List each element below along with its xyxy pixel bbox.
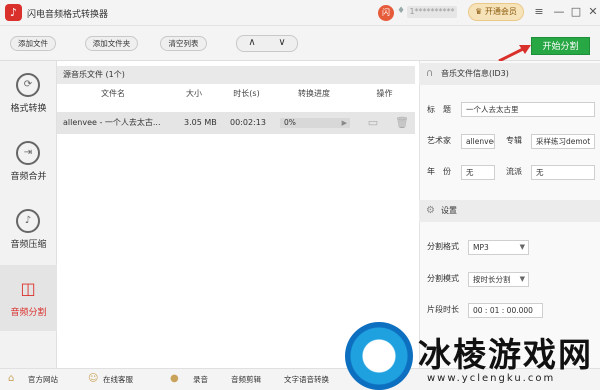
file-name: allenvee - 一个人去太古... — [63, 118, 161, 127]
close-button[interactable]: ✕ — [585, 4, 600, 20]
watermark-text: 冰棱游戏网 — [418, 335, 593, 374]
red-arrow-icon — [498, 45, 531, 63]
add-file-button[interactable]: 添加文件 — [10, 36, 56, 51]
progress-text: 0% — [284, 118, 296, 127]
id3-header-label: 音乐文件信息(ID3) — [441, 69, 509, 78]
cut-link[interactable]: 音频剪辑 — [231, 375, 261, 385]
chevron-down-icon: ▼ — [519, 243, 525, 251]
vip-button[interactable]: ♛ 开通会员 — [468, 3, 524, 21]
album-label: 专辑 — [506, 136, 522, 145]
mode-label: 分割模式 — [427, 274, 459, 283]
sidebar-item-compress[interactable]: ♪ 音频压缩 — [0, 197, 57, 263]
watermark-logo — [345, 322, 413, 390]
genre-label: 流派 — [506, 167, 522, 176]
sidebar-item-convert[interactable]: ⟳ 格式转换 — [0, 61, 57, 127]
clear-list-button[interactable]: 清空列表 — [160, 36, 207, 51]
sidebar-item-label: 音频压缩 — [10, 240, 47, 250]
column-header-duration: 时长(s) — [233, 89, 260, 98]
split-icon: ◫ — [20, 279, 36, 298]
column-header-progress: 转换进度 — [298, 89, 330, 98]
mic-icon: ● — [170, 373, 179, 384]
mode-value: 按时长分割 — [473, 275, 511, 284]
year-field[interactable]: 无 — [461, 165, 495, 180]
sidebar-item-label: 音频分割 — [10, 308, 47, 318]
column-header-name: 文件名 — [101, 89, 125, 98]
move-buttons: ∧ ∨ — [236, 35, 298, 52]
file-duration: 00:02:13 — [230, 118, 266, 127]
id3-header: ∩ 音乐文件信息(ID3) — [419, 63, 600, 85]
play-icon[interactable]: ▶ — [342, 118, 347, 128]
settings-header-label: 设置 — [441, 206, 457, 215]
maximize-button[interactable]: □ — [568, 4, 584, 20]
file-size: 3.05 MB — [184, 118, 217, 127]
move-down-button[interactable]: ∨ — [267, 37, 297, 48]
tts-link[interactable]: 文字语音转换 — [284, 375, 329, 385]
record-link[interactable]: 录音 — [193, 375, 208, 385]
merge-icon: ⇥ — [16, 141, 40, 165]
column-header-size: 大小 — [186, 89, 202, 98]
sidebar-item-label: 音频合并 — [10, 172, 47, 182]
settings-header: ⚙ 设置 — [419, 200, 600, 222]
minimize-button[interactable]: — — [551, 4, 567, 20]
folder-icon[interactable]: ▭ — [366, 116, 380, 129]
diamond-icon: ♦ — [397, 6, 406, 16]
website-link[interactable]: 官方网站 — [28, 375, 58, 385]
watermark: 冰棱游戏网 www.yclengku.com — [345, 322, 600, 390]
artist-field[interactable]: allenvee — [461, 134, 495, 149]
progress-bar: 0% ▶ — [280, 118, 350, 128]
convert-icon: ⟳ — [16, 73, 40, 97]
title-field[interactable]: 一个人去太古里 — [461, 102, 595, 117]
app-logo: ♪ — [5, 4, 22, 21]
artist-label: 艺术家 — [427, 136, 451, 145]
person-icon: ☺ — [88, 373, 99, 384]
sidebar: ⟳ 格式转换 ⇥ 音频合并 ♪ 音频压缩 ◫ 音频分割 — [0, 61, 57, 368]
service-link[interactable]: 在线客服 — [103, 375, 133, 385]
chevron-down-icon: ▼ — [519, 275, 525, 283]
add-folder-button[interactable]: 添加文件夹 — [85, 36, 138, 51]
mode-select[interactable]: 按时长分割 ▼ — [468, 272, 529, 287]
title-bar: ♪ 闪电音频格式转换器 闪 ♦ 1********** ♛ 开通会员 ≡ — □… — [0, 0, 600, 26]
file-list-header: 源音乐文件 (1个) — [57, 66, 415, 84]
app-title: 闪电音频格式转换器 — [27, 10, 109, 20]
headphones-icon: ∩ — [426, 68, 434, 79]
compress-icon: ♪ — [16, 209, 40, 233]
avatar[interactable]: 闪 — [378, 5, 394, 21]
title-label: 标 题 — [427, 105, 451, 114]
segment-label: 片段时长 — [427, 305, 459, 314]
album-field[interactable]: 采样练习demot — [531, 134, 595, 149]
gear-icon: ⚙ — [426, 205, 435, 216]
sidebar-item-merge[interactable]: ⇥ 音频合并 — [0, 129, 57, 195]
start-split-button[interactable]: 开始分割 — [531, 37, 590, 55]
column-header-actions: 操作 — [376, 89, 393, 98]
sidebar-item-split[interactable]: ◫ 音频分割 — [0, 265, 57, 331]
watermark-url: www.yclengku.com — [427, 373, 556, 384]
format-value: MP3 — [473, 243, 489, 252]
segment-duration-field[interactable]: 00 : 01 : 00.000 — [468, 303, 543, 318]
genre-field[interactable]: 无 — [531, 165, 595, 180]
username[interactable]: 1********** — [407, 6, 457, 18]
format-label: 分割格式 — [427, 242, 459, 251]
delete-icon[interactable]: 🗑 — [395, 116, 409, 129]
sidebar-item-label: 格式转换 — [10, 104, 47, 114]
year-label: 年 份 — [427, 167, 451, 176]
menu-icon[interactable]: ≡ — [531, 4, 547, 20]
move-up-button[interactable]: ∧ — [237, 37, 267, 48]
home-icon: ⌂ — [8, 373, 15, 384]
vip-label: 开通会员 — [484, 7, 517, 16]
format-select[interactable]: MP3 ▼ — [468, 240, 529, 255]
